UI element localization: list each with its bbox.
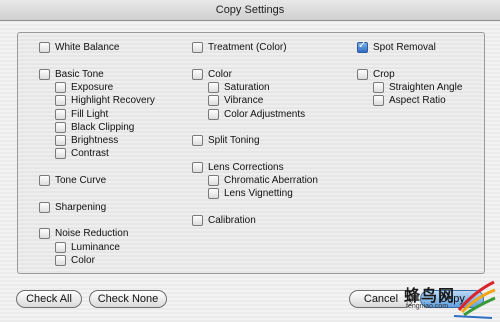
copy-settings-dialog: Copy Settings White Balance Basic Tone Exp… [0, 0, 500, 322]
checkbox-item[interactable]: Exposure [55, 81, 113, 94]
checkbox-item[interactable]: Luminance [55, 241, 120, 254]
checkbox-item[interactable]: Color Adjustments [208, 108, 305, 121]
checkbox-item[interactable]: Noise Reduction [39, 227, 128, 240]
checkbox[interactable] [39, 201, 50, 213]
checkbox-item[interactable]: Chromatic Aberration [208, 174, 318, 187]
checkbox-label: Chromatic Aberration [224, 175, 318, 186]
checkbox[interactable] [373, 81, 384, 93]
checkbox[interactable] [208, 95, 219, 107]
checkbox-item[interactable]: Crop [357, 68, 395, 81]
checkbox-label: Color Adjustments [224, 108, 306, 120]
checkbox[interactable] [39, 228, 50, 240]
checkbox-item[interactable]: Contrast [55, 147, 109, 160]
checkbox-label: Aspect Ratio [389, 95, 446, 107]
checkbox-label: Lens Vignetting [224, 188, 293, 200]
checkbox[interactable] [55, 254, 66, 266]
checkbox-item[interactable]: Spot Removal [357, 40, 436, 54]
checkbox[interactable] [39, 42, 50, 53]
checkbox-item[interactable]: Aspect Ratio [373, 94, 446, 107]
checkbox-label: Highlight Recovery [71, 95, 155, 107]
checkbox[interactable] [55, 135, 66, 147]
checkbox-label: Fill Light [71, 108, 109, 120]
checkbox-label: Exposure [71, 81, 114, 93]
check-all-button[interactable]: Check All [16, 290, 82, 308]
checkbox[interactable] [192, 135, 203, 147]
checkbox-label: Spot Removal [373, 42, 436, 53]
checkbox[interactable] [192, 42, 203, 53]
checkbox[interactable] [55, 108, 66, 120]
checkbox[interactable] [373, 95, 384, 107]
checkbox-item[interactable]: White Balance [39, 41, 119, 54]
checkbox-label: Tone Curve [55, 175, 107, 186]
checkbox[interactable] [208, 188, 219, 200]
checkbox-label: Black Clipping [71, 121, 135, 133]
checkbox-item[interactable]: Treatment (Color) [192, 41, 287, 54]
checkbox-item[interactable]: Brightness [55, 134, 118, 147]
checkbox-item[interactable]: Calibration [192, 214, 256, 227]
checkbox-checked[interactable] [357, 40, 368, 53]
checkbox-item[interactable]: Straighten Angle [373, 81, 462, 94]
checkbox-label: Saturation [224, 81, 270, 93]
checkbox-label: Sharpening [55, 201, 107, 213]
checkbox[interactable] [208, 175, 219, 186]
checkbox-item[interactable]: Vibrance [208, 94, 263, 107]
checkbox[interactable] [55, 241, 66, 253]
checkbox-label: Basic Tone [55, 68, 104, 80]
checkbox-label: Calibration [208, 214, 256, 226]
checkbox-item[interactable]: Tone Curve [39, 174, 106, 187]
checkbox-item[interactable]: Saturation [208, 81, 270, 94]
settings-panel: White Balance Basic Tone Exposure Highlight… [17, 32, 485, 274]
checkbox-label: White Balance [55, 42, 120, 53]
checkbox-label: Crop [373, 68, 395, 80]
checkbox-item[interactable]: Color [55, 254, 95, 267]
checkbox-label: Straighten Angle [389, 81, 463, 93]
checkbox-label: Noise Reduction [55, 228, 129, 240]
check-none-button[interactable]: Check None [89, 290, 167, 308]
checkbox-item[interactable]: Color [192, 68, 232, 81]
checkbox-label: Vibrance [224, 95, 264, 107]
checkbox-label: Contrast [71, 148, 109, 160]
checkbox-label: Treatment (Color) [208, 42, 287, 53]
checkbox[interactable] [192, 68, 203, 80]
checkbox-label: Lens Corrections [208, 161, 284, 173]
checkbox-item[interactable]: Lens Corrections [192, 161, 284, 174]
checkbox-item[interactable]: Sharpening [39, 201, 106, 214]
checkbox-label: Color [71, 254, 95, 266]
checkbox-item[interactable]: Lens Vignetting [208, 187, 293, 200]
checkbox[interactable] [39, 175, 50, 186]
checkbox-label: Brightness [71, 135, 119, 147]
checkbox[interactable] [39, 68, 50, 80]
checkbox[interactable] [55, 95, 66, 107]
checkbox[interactable] [55, 148, 66, 160]
checkbox[interactable] [192, 214, 203, 226]
checkbox-item[interactable]: Split Toning [192, 134, 260, 147]
checkbox[interactable] [357, 68, 368, 80]
checkbox-item[interactable]: Basic Tone [39, 68, 104, 81]
checkbox-item[interactable]: Highlight Recovery [55, 94, 155, 107]
checkbox[interactable] [55, 81, 66, 93]
checkbox-label: Split Toning [208, 135, 260, 147]
checkbox[interactable] [55, 121, 66, 133]
checkbox-label: Color [208, 68, 232, 80]
checkbox[interactable] [208, 108, 219, 120]
checkbox-item[interactable]: Fill Light [55, 108, 108, 121]
watermark-logo: 蜂鸟网 fengniao.com [404, 280, 496, 320]
checkbox[interactable] [208, 81, 219, 93]
checkbox-label: Luminance [71, 241, 120, 253]
dialog-title: Copy Settings [0, 0, 500, 21]
checkbox-item[interactable]: Black Clipping [55, 121, 134, 134]
checkbox[interactable] [192, 161, 203, 173]
watermark-url: fengniao.com [406, 303, 449, 310]
